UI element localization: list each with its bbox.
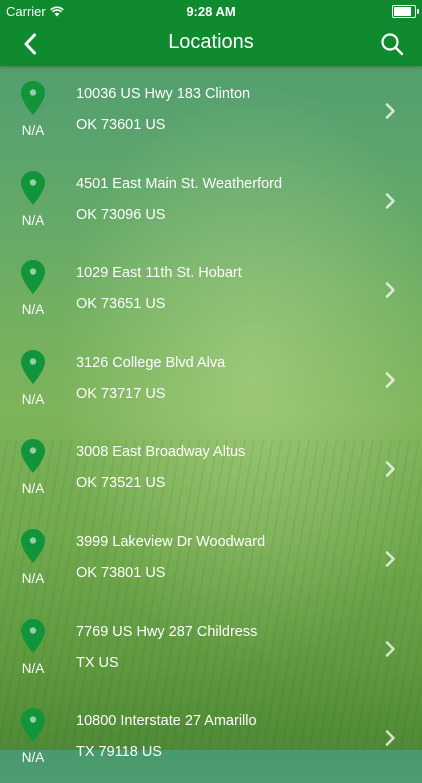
chevron-right-icon: [385, 730, 395, 746]
address-line2: OK 73717 US: [76, 385, 166, 402]
distance-label: N/A: [21, 302, 45, 318]
map-pin-icon: [21, 260, 45, 295]
battery-icon: [392, 5, 419, 18]
address-line1: 3126 College Blvd Alva: [76, 354, 226, 371]
location-row[interactable]: N/A 3126 College Blvd Alva OK 73717 US: [0, 335, 422, 425]
map-pin-icon: [21, 528, 45, 563]
location-row[interactable]: N/A 3999 Lakeview Dr Woodward OK 73801 US: [0, 514, 422, 604]
status-bar: Carrier 9:28 AM: [0, 0, 422, 22]
clock: 9:28 AM: [186, 4, 236, 19]
map-pin-icon: [21, 708, 45, 743]
page-title: Locations: [168, 31, 254, 53]
locations-list: N/A 10036 US Hwy 183 Clinton OK 73601 US N/…: [0, 66, 422, 783]
address-line1: 10036 US Hwy 183 Clinton: [76, 86, 251, 102]
location-row[interactable]: N/A 4501 East Main St. Weatherford OK 7309…: [0, 156, 422, 246]
chevron-right-icon: [385, 461, 395, 478]
nav-bar: Locations: [0, 22, 422, 66]
address-line1: 3999 Lakeview Dr Woodward: [76, 533, 266, 550]
location-row[interactable]: N/A 7769 US Hwy 287 Childress TX US: [0, 604, 422, 694]
address-line1: 4501 East Main St. Weatherford: [76, 175, 283, 192]
address-line1: 3008 East Broadway Altus: [76, 444, 246, 461]
address-line1: 7769 US Hwy 287 Childress: [76, 623, 258, 640]
distance-label: N/A: [21, 481, 45, 497]
address-line2: OK 73651 US: [76, 296, 166, 313]
location-row[interactable]: N/A 10800 Interstate 27 Amarillo TX 79118 …: [0, 693, 422, 783]
search-icon: [381, 33, 404, 56]
distance-label: N/A: [21, 212, 45, 228]
search-button[interactable]: [372, 28, 412, 60]
address-line2: OK 73096 US: [76, 206, 166, 223]
map-pin-icon: [21, 349, 45, 384]
chevron-right-icon: [385, 282, 395, 298]
address-line2: OK 73521 US: [76, 475, 166, 492]
address-line1: 10800 Interstate 27 Amarillo: [76, 713, 257, 730]
distance-label: N/A: [21, 123, 45, 138]
location-row[interactable]: N/A 10036 US Hwy 183 Clinton OK 73601 US: [0, 66, 422, 156]
address-line2: TX 79118 US: [76, 744, 162, 761]
distance-label: N/A: [21, 391, 45, 407]
chevron-right-icon: [385, 640, 395, 657]
location-row[interactable]: N/A 3008 East Broadway Altus OK 73521 US: [0, 424, 422, 514]
location-row[interactable]: N/A 1029 East 11th St. Hobart OK 73651 US: [0, 245, 422, 335]
address-line2: OK 73801 US: [76, 564, 166, 581]
chevron-right-icon: [385, 192, 395, 209]
address-line2: OK 73601 US: [76, 117, 166, 133]
address-line1: 1029 East 11th St. Hobart: [76, 265, 242, 282]
distance-label: N/A: [21, 660, 45, 676]
map-pin-icon: [21, 618, 45, 653]
chevron-right-icon: [385, 551, 395, 567]
distance-label: N/A: [21, 570, 45, 586]
address-line2: TX US: [76, 654, 119, 671]
chevron-right-icon: [385, 371, 395, 388]
distance-label: N/A: [21, 750, 45, 766]
map-pin-icon: [21, 439, 45, 474]
map-pin-icon: [21, 81, 45, 115]
chevron-right-icon: [385, 103, 395, 119]
map-pin-icon: [21, 170, 45, 205]
